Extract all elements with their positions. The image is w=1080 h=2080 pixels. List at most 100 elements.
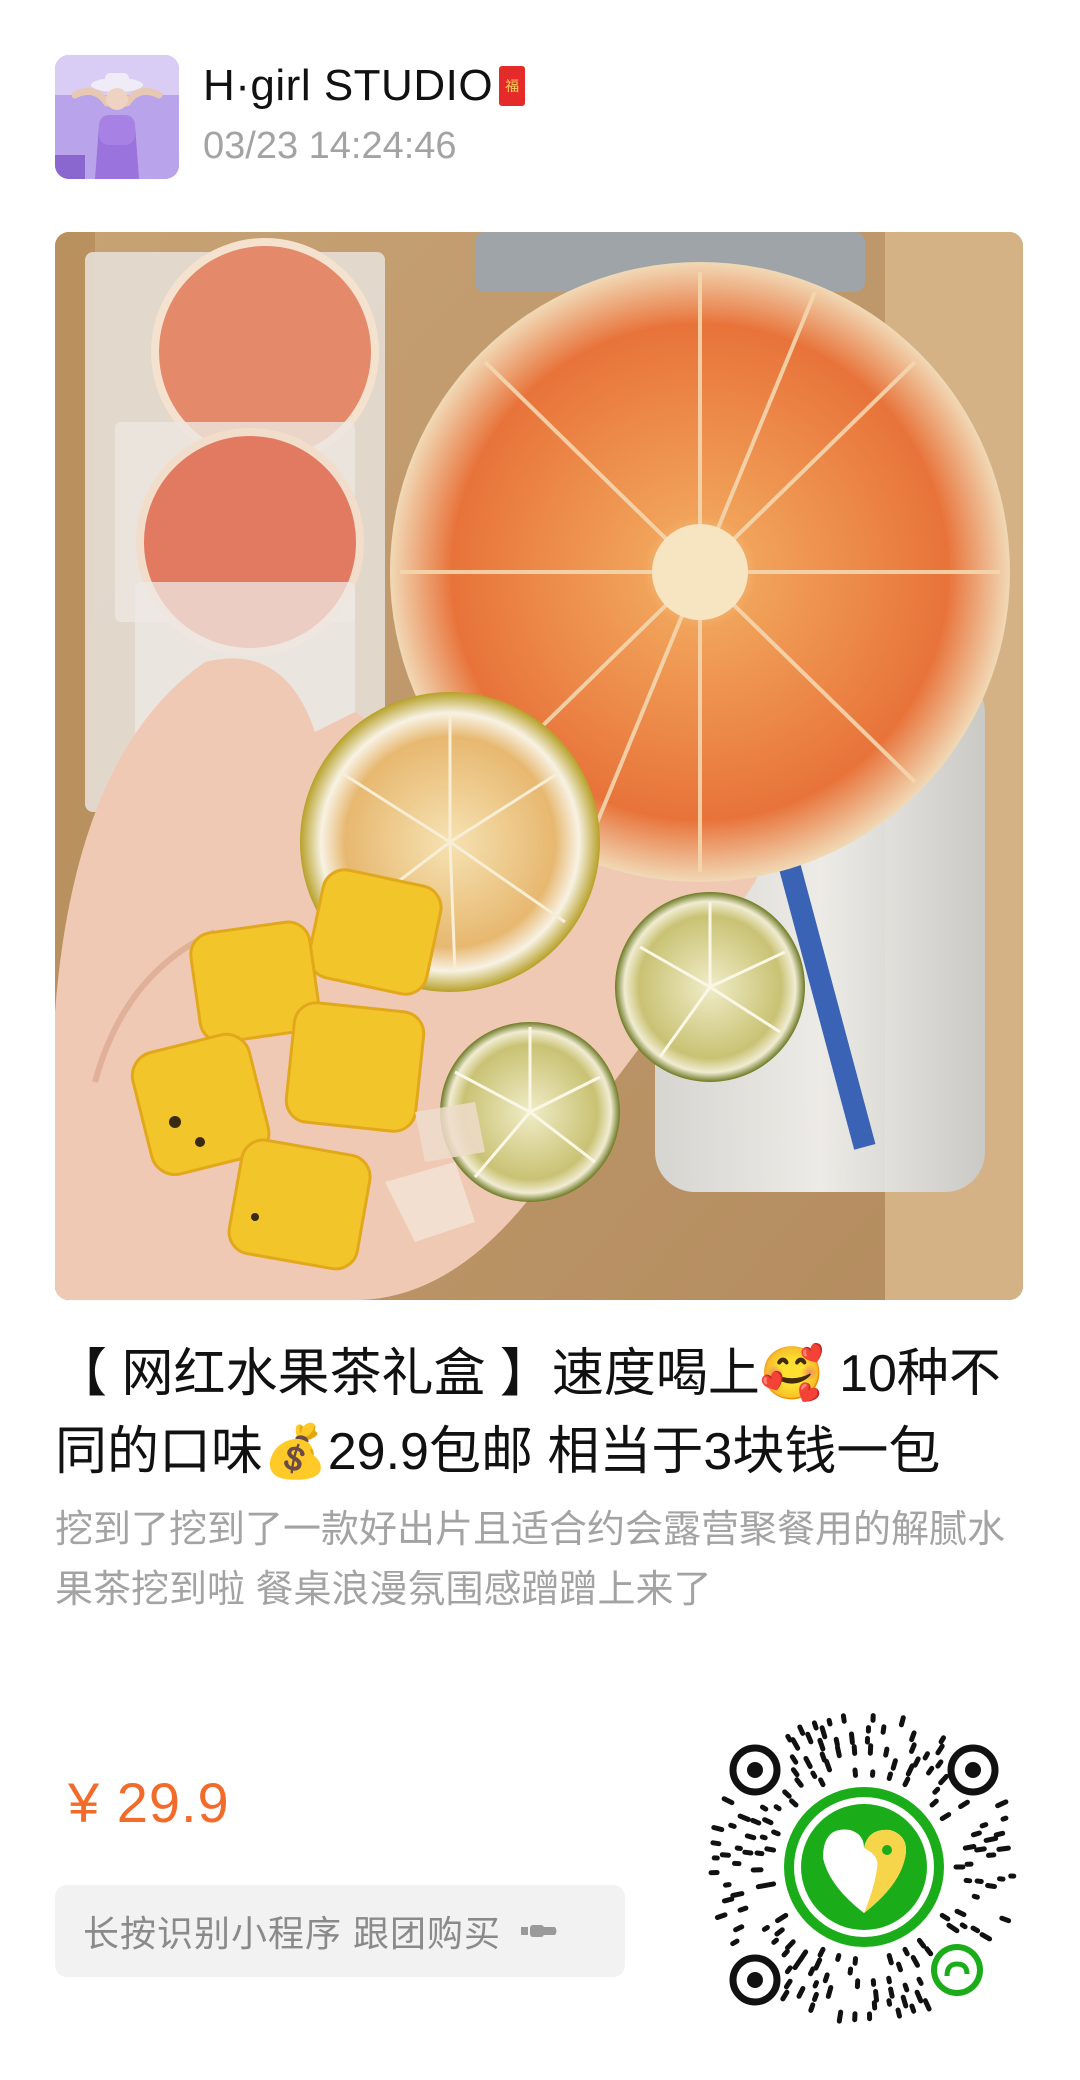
- qr-ray-mark: [979, 1822, 989, 1829]
- qr-ray-mark: [813, 1957, 823, 1971]
- qr-ray-mark: [836, 2009, 844, 2024]
- qr-ray-mark: [1000, 1815, 1009, 1822]
- qr-code-icon: [708, 1713, 1017, 2024]
- qr-ray-mark: [822, 1972, 830, 1984]
- qr-ray-mark: [710, 1840, 722, 1847]
- qr-ray-mark: [985, 1883, 997, 1889]
- qr-ray-mark: [929, 1798, 939, 1808]
- qr-ray-mark: [825, 1985, 834, 1999]
- group-buy-button[interactable]: 长按识别小程序 跟团购买: [55, 1885, 625, 1977]
- avatar[interactable]: [55, 55, 179, 179]
- qr-ray-mark: [979, 1932, 993, 1942]
- post-timestamp: 03/23 14:24:46: [203, 125, 457, 167]
- qr-ray-mark: [890, 1758, 898, 1771]
- qr-ray-mark: [916, 1937, 927, 1949]
- qr-ray-mark: [900, 1994, 909, 2009]
- qr-ray-mark: [761, 1925, 770, 1932]
- qr-ray-mark: [873, 1989, 879, 2003]
- group-buy-label: 长按识别小程序 跟团购买: [83, 1913, 502, 1954]
- qr-ray-mark: [993, 1830, 1006, 1838]
- qr-ray-mark: [996, 1845, 1011, 1852]
- qr-ray-mark: [954, 1908, 967, 1918]
- qr-ray-mark: [896, 1961, 903, 1973]
- qr-ray-mark: [750, 1817, 762, 1826]
- qr-ray-mark: [764, 1846, 777, 1853]
- header-text: H·girl STUDIO 福 03/23 14:24:46: [203, 55, 526, 168]
- fu-badge-icon: 福: [499, 66, 526, 106]
- qr-ray-mark: [789, 1754, 799, 1765]
- qr-ray-mark: [946, 1922, 960, 1934]
- product-image[interactable]: [55, 232, 1023, 1300]
- qr-ray-mark: [796, 1986, 806, 1999]
- qr-ray-mark: [760, 1804, 769, 1812]
- qr-ray-mark: [902, 1776, 911, 1788]
- qr-ray-mark: [810, 1770, 818, 1779]
- qr-ray-mark: [733, 1924, 745, 1933]
- qr-ray-mark: [959, 1922, 968, 1930]
- qr-ray-mark: [714, 1912, 728, 1920]
- qr-ray-mark: [782, 1789, 792, 1799]
- qr-ray-mark: [737, 1813, 751, 1822]
- qr-ray-mark: [886, 1975, 892, 1985]
- qr-ray-mark: [847, 1966, 854, 1976]
- qr-ray-mark: [886, 1953, 894, 1966]
- qr-ray-mark: [759, 1834, 768, 1841]
- qr-ray-mark: [880, 1724, 887, 1735]
- qr-ray-mark: [812, 1980, 819, 1989]
- qr-ray-mark: [995, 1799, 1009, 1809]
- qr-ray-mark: [926, 1765, 935, 1776]
- qr-ray-mark: [916, 1976, 924, 1986]
- qr-ray-mark: [737, 1905, 749, 1913]
- dried-fruit-tea-photo-icon: [55, 232, 1023, 1300]
- qr-ray-mark: [823, 1758, 832, 1773]
- qr-ray-mark: [775, 1912, 789, 1924]
- page: H·girl STUDIO 福 03/23 14:24:46 【 网红水果茶礼盒…: [0, 0, 1080, 2080]
- qr-ray-mark: [792, 1958, 802, 1971]
- qr-ray-mark: [771, 1937, 779, 1945]
- qr-ray-mark: [761, 1881, 777, 1889]
- qr-ray-mark: [888, 1986, 895, 1999]
- qr-ray-mark: [852, 1767, 858, 1778]
- product-price: ¥ 29.9: [68, 1771, 230, 1834]
- qr-ray-mark: [924, 1946, 934, 1957]
- qr-ray-mark: [805, 1731, 814, 1745]
- qr-ray-mark: [711, 1825, 725, 1833]
- post-header: H·girl STUDIO 福 03/23 14:24:46: [55, 55, 526, 179]
- qr-ray-mark: [728, 1822, 737, 1829]
- qr-ray-mark: [789, 1798, 799, 1808]
- shop-name[interactable]: H·girl STUDIO: [203, 61, 493, 111]
- qr-ray-mark: [734, 1845, 743, 1851]
- qr-ray-mark: [932, 1786, 941, 1795]
- qr-ray-mark: [755, 1883, 766, 1890]
- qr-ray-mark: [971, 1893, 980, 1900]
- qr-ray-mark: [983, 1835, 999, 1843]
- qr-ray-mark: [939, 1812, 952, 1822]
- qr-ray-mark: [721, 1896, 735, 1904]
- qr-ray-mark: [909, 1742, 917, 1754]
- qr-ray-mark: [819, 1751, 827, 1763]
- qr-ray-mark: [762, 1817, 774, 1826]
- qr-ray-mark: [898, 1715, 906, 1728]
- qr-ray-mark: [938, 1735, 946, 1745]
- qr-ray-mark: [784, 1965, 793, 1975]
- product-description: 挖到了挖到了一款好出片且适合约会露营聚餐用的解腻水果茶挖到啦 餐桌浪漫氛围感蹭蹭…: [55, 1509, 1006, 1611]
- mini-program-qr-code[interactable]: [705, 1708, 1023, 2026]
- qr-ray-mark: [723, 1882, 732, 1888]
- qr-ray-mark: [840, 1713, 847, 1724]
- qr-ray-mark: [721, 1796, 735, 1806]
- qr-ray-mark: [886, 1771, 893, 1781]
- qr-ray-mark: [819, 1725, 828, 1740]
- name-row: H·girl STUDIO 福: [203, 55, 526, 117]
- qr-ray-mark: [754, 1850, 765, 1857]
- qr-ray-mark: [730, 1891, 745, 1898]
- qr-ray-mark: [742, 1849, 754, 1856]
- qr-ray-mark: [790, 1767, 800, 1778]
- qr-ray-mark: [909, 2003, 917, 2014]
- qr-ray-mark: [808, 2002, 816, 2013]
- qr-ray-mark: [835, 1744, 842, 1759]
- qr-ray-mark: [719, 1852, 731, 1858]
- qr-ray-mark: [902, 1982, 910, 1993]
- qr-ray-mark: [790, 1737, 801, 1751]
- qr-ray-mark: [974, 1878, 984, 1884]
- product-title: 【 网红水果茶礼盒 】速度喝上🥰 10种不同的口味💰29.9包邮 相当于3块钱一…: [55, 1345, 1001, 1481]
